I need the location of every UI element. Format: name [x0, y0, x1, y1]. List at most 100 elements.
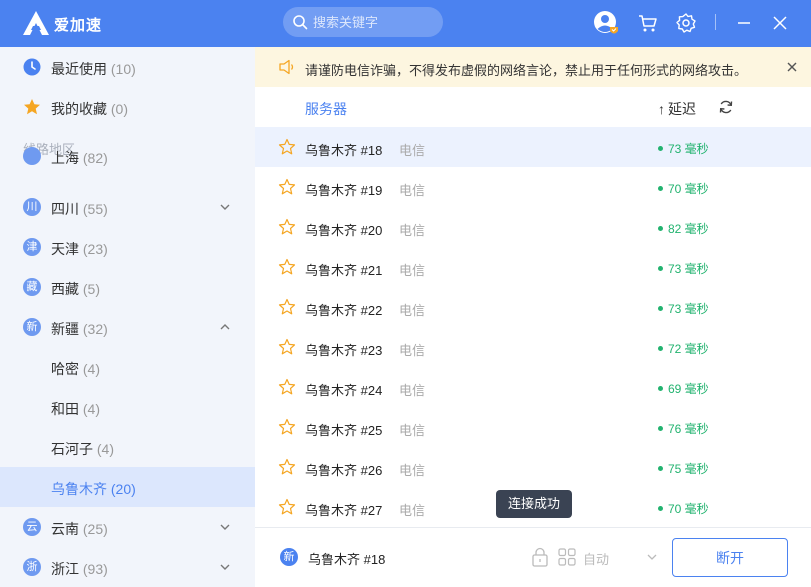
sidebar-item-favorites[interactable]: 我的收藏 (0) — [0, 87, 255, 127]
server-isp: 电信 — [399, 503, 426, 518]
sidebar: 最近使用 (10) 我的收藏 (0) 线路地区 上海 (82) 川 四川 (55… — [0, 47, 255, 587]
server-latency: 70 毫秒 — [658, 180, 709, 197]
chevron-down-icon[interactable] — [218, 200, 232, 214]
sidebar-item-tibet[interactable]: 藏 西藏 (5) — [0, 267, 255, 307]
disconnect-button[interactable]: 断开 — [672, 538, 788, 577]
settings-button[interactable] — [673, 10, 699, 36]
server-name: 乌鲁木齐 #25 — [305, 423, 383, 438]
status-dot-icon — [658, 386, 663, 392]
sidebar-item-label: 最近使用 (10) — [51, 61, 136, 77]
chevron-up-icon[interactable] — [218, 320, 232, 334]
search-input[interactable] — [313, 13, 433, 31]
favorite-star-icon[interactable] — [278, 178, 296, 196]
favorite-star-icon[interactable] — [278, 218, 296, 236]
shop-button[interactable] — [635, 10, 661, 36]
sidebar-item-label: 石河子 (4) — [51, 441, 115, 457]
server-name: 乌鲁木齐 #19 — [305, 183, 383, 198]
sidebar-item-hetian[interactable]: 和田 (4) — [0, 387, 255, 427]
table-row[interactable]: 乌鲁木齐 #22 电信 73 毫秒 — [255, 287, 811, 327]
server-latency: 73 毫秒 — [658, 260, 709, 277]
server-name: 乌鲁木齐 #21 — [305, 263, 383, 278]
search-icon — [293, 15, 308, 30]
sidebar-item-label: 浙江 (93) — [51, 561, 108, 577]
table-row[interactable]: 乌鲁木齐 #25 电信 76 毫秒 — [255, 407, 811, 447]
favorite-star-icon[interactable] — [278, 258, 296, 276]
sidebar-item-xinjiang[interactable]: 新 新疆 (32) — [0, 307, 255, 347]
table-row[interactable]: 乌鲁木齐 #24 电信 69 毫秒 — [255, 367, 811, 407]
table-row[interactable]: 乌鲁木齐 #23 电信 72 毫秒 — [255, 327, 811, 367]
table-row[interactable]: 乌鲁木齐 #18 电信 73 毫秒 — [255, 127, 811, 167]
status-dot-icon — [658, 226, 663, 232]
user-avatar[interactable] — [593, 10, 619, 36]
chevron-down-icon[interactable] — [218, 520, 232, 534]
sort-arrow-icon: ↑ — [658, 101, 665, 117]
grid-icon — [558, 548, 576, 566]
favorite-star-icon[interactable] — [278, 418, 296, 436]
favorite-star-icon[interactable] — [278, 378, 296, 396]
sidebar-item-label: 西藏 (5) — [51, 281, 101, 297]
favorite-star-icon[interactable] — [278, 338, 296, 356]
server-isp: 电信 — [399, 343, 426, 358]
sidebar-item-recent[interactable]: 最近使用 (10) — [0, 47, 255, 87]
user-avatar-icon — [594, 11, 618, 34]
close-icon — [773, 16, 787, 30]
speaker-icon — [279, 59, 294, 75]
toast-message: 连接成功 — [496, 490, 572, 518]
column-header-server[interactable]: 服务器 — [305, 99, 347, 119]
table-row[interactable]: 乌鲁木齐 #21 电信 73 毫秒 — [255, 247, 811, 287]
close-icon[interactable] — [785, 60, 799, 74]
table-row[interactable]: 乌鲁木齐 #20 电信 82 毫秒 — [255, 207, 811, 247]
status-dot-icon — [658, 186, 663, 192]
mode-select[interactable]: 自动 — [583, 549, 609, 568]
server-name: 乌鲁木齐 #18 — [305, 143, 383, 158]
minimize-icon — [738, 22, 750, 24]
favorite-star-icon[interactable] — [278, 498, 296, 516]
sidebar-item-shanghai[interactable]: 上海 (82) — [0, 147, 255, 177]
cart-icon — [639, 15, 657, 32]
favorite-star-icon[interactable] — [278, 298, 296, 316]
column-header-latency[interactable]: ↑ 延迟 — [658, 99, 696, 119]
table-row[interactable]: 乌鲁木齐 #19 电信 70 毫秒 — [255, 167, 811, 207]
search-box[interactable] — [283, 7, 443, 37]
status-dot-icon — [658, 426, 663, 432]
chevron-down-icon[interactable] — [646, 551, 658, 563]
sidebar-item-label: 乌鲁木齐 (20) — [51, 481, 136, 497]
minimize-button[interactable] — [731, 10, 757, 36]
sidebar-item-label: 和田 (4) — [51, 401, 101, 417]
server-latency: 69 毫秒 — [658, 380, 709, 397]
star-icon — [24, 99, 40, 115]
sidebar-item-label: 哈密 (4) — [51, 361, 101, 377]
notice-text: 请谨防电信诈骗，不得发布虚假的网络言论，禁止用于任何形式的网络攻击。 — [305, 63, 748, 78]
server-isp: 电信 — [399, 143, 426, 158]
server-latency: 73 毫秒 — [658, 300, 709, 317]
region-icon: 津 — [23, 238, 41, 256]
server-latency: 70 毫秒 — [658, 500, 709, 517]
sidebar-item-zhejiang[interactable]: 浙 浙江 (93) — [0, 547, 255, 587]
titlebar-divider — [715, 14, 716, 30]
sidebar-item-tianjin[interactable]: 津 天津 (23) — [0, 227, 255, 267]
server-isp: 电信 — [399, 383, 426, 398]
server-latency: 72 毫秒 — [658, 340, 709, 357]
lock-icon[interactable] — [531, 547, 549, 567]
server-isp: 电信 — [399, 263, 426, 278]
refresh-icon[interactable] — [718, 99, 734, 115]
status-dot-icon — [658, 506, 663, 512]
notice-banner: 请谨防电信诈骗，不得发布虚假的网络言论，禁止用于任何形式的网络攻击。 — [255, 47, 811, 87]
sidebar-item-yunnan[interactable]: 云 云南 (25) — [0, 507, 255, 547]
favorite-star-icon[interactable] — [278, 138, 296, 156]
sidebar-item-hami[interactable]: 哈密 (4) — [0, 347, 255, 387]
status-dot-icon — [658, 306, 663, 312]
region-icon — [23, 147, 41, 165]
server-latency: 73 毫秒 — [658, 140, 709, 157]
sidebar-item-shihezi[interactable]: 石河子 (4) — [0, 427, 255, 467]
sidebar-item-urumqi[interactable]: 乌鲁木齐 (20) — [0, 467, 255, 507]
favorite-star-icon[interactable] — [278, 458, 296, 476]
table-row[interactable]: 乌鲁木齐 #26 电信 75 毫秒 — [255, 447, 811, 487]
sidebar-item-sichuan[interactable]: 川 四川 (55) — [0, 187, 255, 227]
clock-icon — [23, 58, 41, 76]
sidebar-item-label: 新疆 (32) — [51, 321, 108, 337]
chevron-down-icon[interactable] — [218, 560, 232, 574]
close-window-button[interactable] — [767, 10, 793, 36]
table-header: 服务器 ↑ 延迟 — [255, 87, 811, 127]
status-dot-icon — [658, 346, 663, 352]
